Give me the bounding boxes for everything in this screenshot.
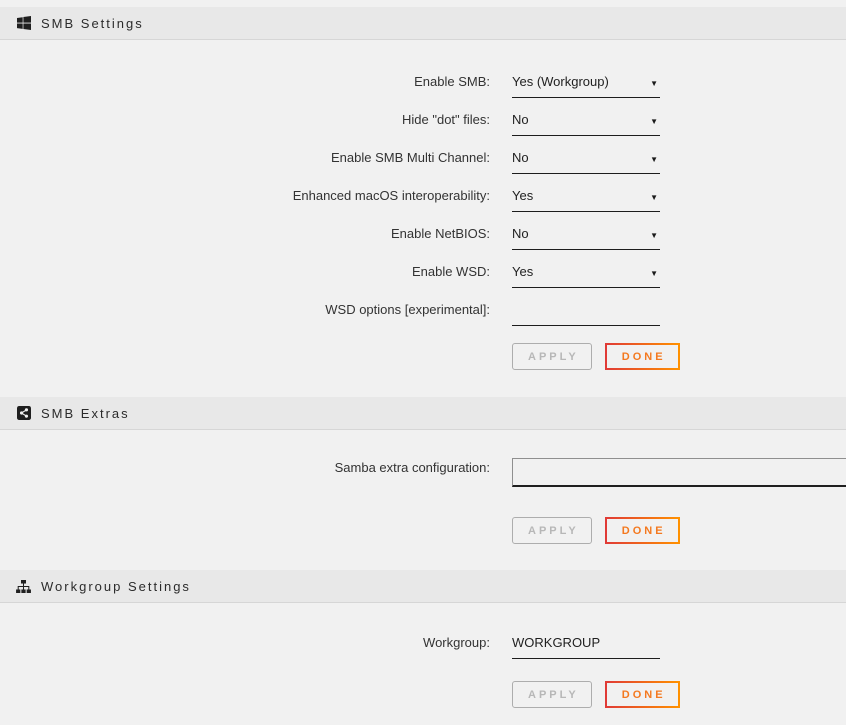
smb-multichannel-value: No: [512, 150, 529, 165]
smb-extras-apply-button[interactable]: APPLY: [512, 517, 592, 544]
macos-interop-label: Enhanced macOS interoperability:: [0, 182, 490, 203]
chevron-down-icon: ▼: [650, 152, 658, 167]
hide-dot-files-label: Hide "dot" files:: [0, 106, 490, 127]
hide-dot-files-select[interactable]: No ▼: [512, 106, 660, 136]
section-title-smb-extras: SMB Extras: [41, 406, 130, 421]
windows-icon: [16, 16, 31, 31]
smb-settings-apply-button[interactable]: APPLY: [512, 343, 592, 370]
smb-multichannel-label: Enable SMB Multi Channel:: [0, 144, 490, 165]
samba-extra-config-label: Samba extra configuration:: [0, 454, 490, 475]
smb-settings-header: SMB Settings: [0, 7, 846, 40]
smb-extras-actions: APPLY DONE: [512, 517, 680, 544]
hide-dot-files-value: No: [512, 112, 529, 127]
smb-multichannel-select[interactable]: No ▼: [512, 144, 660, 174]
section-title-smb-settings: SMB Settings: [41, 16, 144, 31]
workgroup-settings-actions: APPLY DONE: [512, 681, 680, 708]
workgroup-settings-header: Workgroup Settings: [0, 570, 846, 603]
samba-extra-config-row: Samba extra configuration:: [0, 454, 846, 487]
netbios-label: Enable NetBIOS:: [0, 220, 490, 241]
sitemap-icon: [16, 579, 31, 594]
wsd-value: Yes: [512, 264, 533, 279]
workgroup-input[interactable]: [512, 629, 660, 659]
enable-smb-value: Yes (Workgroup): [512, 74, 609, 89]
chevron-down-icon: ▼: [650, 76, 658, 91]
section-workgroup-settings: Workgroup Settings Workgroup: APPLY DONE: [0, 570, 846, 723]
wsd-options-label: WSD options [experimental]:: [0, 296, 490, 317]
smb-settings-page: SMB Settings Enable SMB: Yes (Workgroup)…: [0, 7, 846, 723]
section-smb-settings: SMB Settings Enable SMB: Yes (Workgroup)…: [0, 7, 846, 397]
smb-settings-form: Enable SMB: Yes (Workgroup) ▼ Hide "dot"…: [0, 40, 846, 397]
chevron-down-icon: ▼: [650, 266, 658, 281]
macos-interop-row: Enhanced macOS interoperability: Yes ▼: [0, 182, 660, 212]
wsd-label: Enable WSD:: [0, 258, 490, 279]
netbios-row: Enable NetBIOS: No ▼: [0, 220, 660, 250]
macos-interop-select[interactable]: Yes ▼: [512, 182, 660, 212]
smb-extras-header: SMB Extras: [0, 397, 846, 430]
wsd-options-row: WSD options [experimental]:: [0, 296, 660, 326]
enable-smb-label: Enable SMB:: [0, 68, 490, 89]
workgroup-settings-form: Workgroup: APPLY DONE: [0, 603, 846, 723]
macos-interop-value: Yes: [512, 188, 533, 203]
section-title-workgroup-settings: Workgroup Settings: [41, 579, 191, 594]
wsd-row: Enable WSD: Yes ▼: [0, 258, 660, 288]
samba-extra-config-textarea[interactable]: [512, 458, 846, 487]
wsd-select[interactable]: Yes ▼: [512, 258, 660, 288]
smb-extras-done-button[interactable]: DONE: [605, 517, 680, 544]
netbios-select[interactable]: No ▼: [512, 220, 660, 250]
smb-multichannel-row: Enable SMB Multi Channel: No ▼: [0, 144, 660, 174]
smb-extras-form: Samba extra configuration: APPLY DONE: [0, 430, 846, 570]
enable-smb-select[interactable]: Yes (Workgroup) ▼: [512, 68, 660, 98]
workgroup-done-button[interactable]: DONE: [605, 681, 680, 708]
share-icon: [16, 406, 31, 421]
hide-dot-files-row: Hide "dot" files: No ▼: [0, 106, 660, 136]
wsd-options-input[interactable]: [512, 296, 660, 326]
workgroup-label: Workgroup:: [0, 629, 490, 650]
smb-settings-done-button[interactable]: DONE: [605, 343, 680, 370]
netbios-value: No: [512, 226, 529, 241]
chevron-down-icon: ▼: [650, 114, 658, 129]
enable-smb-row: Enable SMB: Yes (Workgroup) ▼: [0, 68, 660, 98]
smb-settings-actions: APPLY DONE: [512, 343, 680, 370]
chevron-down-icon: ▼: [650, 228, 658, 243]
workgroup-apply-button[interactable]: APPLY: [512, 681, 592, 708]
workgroup-row: Workgroup:: [0, 629, 660, 659]
chevron-down-icon: ▼: [650, 190, 658, 205]
section-smb-extras: SMB Extras Samba extra configuration: AP…: [0, 397, 846, 570]
